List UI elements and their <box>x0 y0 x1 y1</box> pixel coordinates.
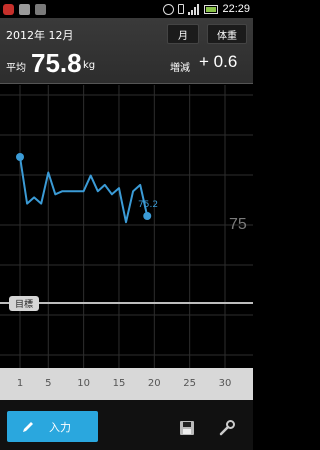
x-tick-label: 1 <box>16 378 24 389</box>
weight-chart[interactable]: 75 75.2 目標 <box>0 85 253 368</box>
weight-button[interactable]: 体重 <box>207 24 247 44</box>
x-tick-label: 5 <box>45 378 52 389</box>
goal-badge: 目標 <box>9 296 39 311</box>
delta-value: + 0.6 <box>199 52 238 71</box>
pencil-icon <box>23 421 33 432</box>
alarm-icon <box>163 3 175 15</box>
x-tick-label: 20 <box>147 378 161 389</box>
last-point-label: 75.2 <box>138 200 159 210</box>
save-icon[interactable] <box>179 420 195 436</box>
status-time: 22:29 <box>222 3 250 15</box>
x-axis: 1 5 10 15 20 25 30 <box>0 368 253 400</box>
warning-icon <box>3 3 14 15</box>
status-bar: 22:29 <box>0 0 253 18</box>
delta-label: 増減 <box>170 63 190 74</box>
average-value: 75.8 <box>31 48 82 78</box>
month-button[interactable]: 月 <box>167 24 199 44</box>
x-tick-label: 10 <box>77 378 90 389</box>
last-point <box>143 212 152 220</box>
vibrate-icon <box>178 4 185 14</box>
input-button-label: 入力 <box>49 420 71 434</box>
signal-icon <box>188 3 200 15</box>
average-label: 平均 <box>6 63 26 74</box>
reference-label: 75 <box>229 216 247 233</box>
average-unit: kg <box>83 60 96 71</box>
x-tick-label: 15 <box>112 378 126 389</box>
x-tick-label: 25 <box>183 378 197 389</box>
image-icon <box>35 3 46 15</box>
input-button[interactable]: 入力 <box>7 411 98 442</box>
summary-header: 2012年 12月 月 体重 平均 75.8 kg 増減 + 0.6 <box>0 18 253 84</box>
first-point <box>16 153 24 161</box>
chart-canvas <box>0 85 253 368</box>
document-icon <box>19 3 30 15</box>
wrench-icon[interactable] <box>218 419 236 437</box>
x-tick-label: 30 <box>218 378 232 389</box>
period-date: 2012年 12月 <box>6 29 74 42</box>
battery-icon <box>204 4 219 14</box>
footer-toolbar: 入力 <box>0 400 253 450</box>
